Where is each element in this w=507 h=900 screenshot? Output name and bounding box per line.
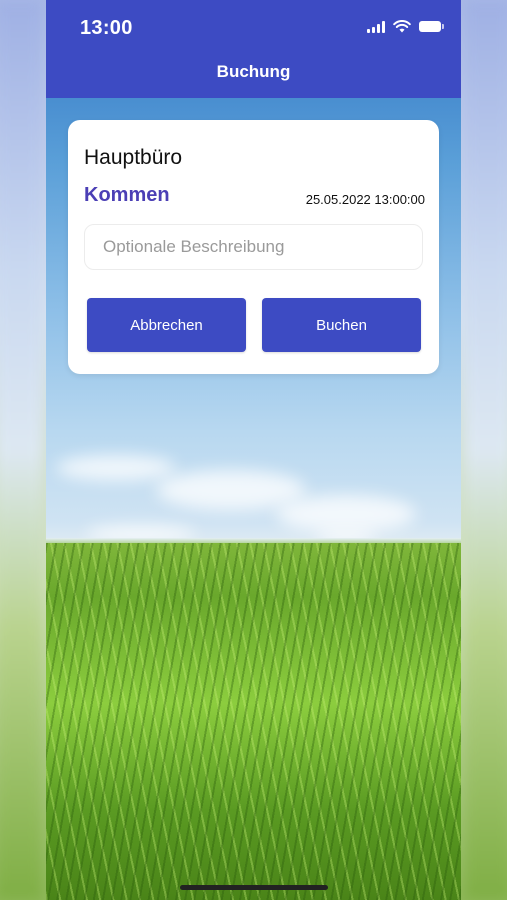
booking-card: Hauptbüro Kommen 25.05.2022 13:00:00 Abb… (68, 120, 439, 374)
background-blur-left (0, 0, 42, 900)
home-indicator[interactable] (180, 885, 328, 890)
app-header: 13:00 Buchung (46, 0, 461, 98)
app-screen: 13:00 Buchung Hauptbüro Kommen 25.05.202… (46, 0, 461, 900)
battery-icon (419, 21, 444, 32)
description-input[interactable] (84, 224, 423, 270)
cloud (56, 455, 176, 481)
background-blur-right (465, 0, 507, 900)
cancel-button[interactable]: Abbrechen (87, 298, 246, 352)
location-label: Hauptbüro (84, 146, 183, 169)
signal-icon (367, 20, 385, 33)
page-title: Buchung (216, 62, 291, 81)
wifi-icon (393, 20, 411, 33)
book-button[interactable]: Buchen (262, 298, 421, 352)
booking-datetime: 25.05.2022 13:00:00 (305, 192, 425, 207)
wheat-field-background (46, 543, 461, 900)
booking-type-label: Kommen (84, 184, 170, 206)
status-time: 13:00 (80, 17, 133, 39)
status-bar: 13:00 (46, 0, 461, 54)
status-icons (367, 20, 444, 33)
cloud (276, 495, 416, 533)
